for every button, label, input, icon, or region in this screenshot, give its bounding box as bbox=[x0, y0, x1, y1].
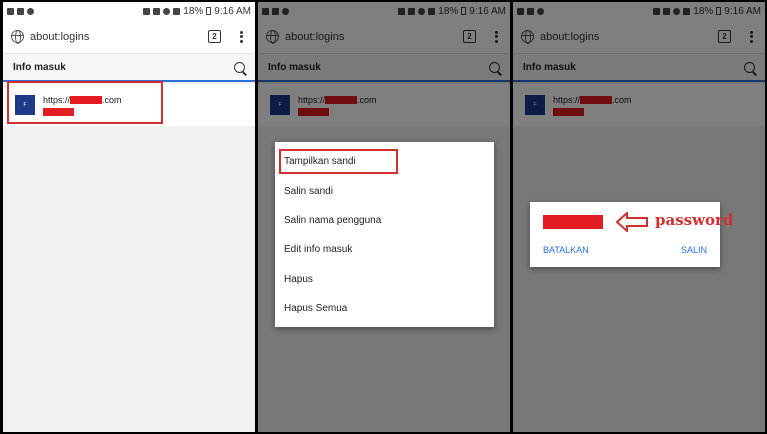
redacted-password bbox=[543, 215, 603, 229]
globe-icon bbox=[11, 30, 24, 44]
battery-percent: 18% bbox=[183, 5, 204, 17]
logins-header: Info masuk bbox=[3, 54, 255, 82]
battery-icon bbox=[206, 7, 212, 15]
clock: 9:16 AM bbox=[214, 5, 251, 17]
missed-call-icon bbox=[27, 7, 34, 15]
url-bar[interactable]: about:logins bbox=[30, 31, 89, 43]
menu-item-edit-login[interactable]: Edit info masuk bbox=[275, 235, 494, 264]
alarm-icon bbox=[143, 7, 151, 15]
overflow-menu-icon[interactable] bbox=[235, 30, 247, 44]
arrow-left-icon bbox=[616, 212, 648, 232]
search-icon[interactable] bbox=[234, 61, 245, 73]
status-bar: 18% 9:16 AM bbox=[3, 2, 255, 20]
password-dialog: password BATALKAN SALIN bbox=[530, 202, 733, 267]
signal-icon bbox=[173, 7, 181, 15]
annotation-highlight-box bbox=[7, 81, 163, 124]
menu-item-delete-all[interactable]: Hapus Semua bbox=[275, 294, 494, 323]
menu-item-delete[interactable]: Hapus bbox=[275, 265, 494, 294]
message-notification-icon bbox=[17, 7, 24, 15]
screen-password-dialog: 18% 9:16 AM about:logins 2 Info masuk F … bbox=[513, 2, 765, 432]
screen-context-menu: 18% 9:16 AM about:logins 2 Info masuk F … bbox=[258, 2, 510, 432]
annotation-highlight-box bbox=[279, 149, 398, 174]
wifi-icon bbox=[163, 7, 171, 15]
menu-item-copy-password[interactable]: Salin sandi bbox=[275, 176, 494, 205]
tabs-counter-button[interactable]: 2 bbox=[208, 30, 221, 43]
screen-login-list: 18% 9:16 AM about:logins 2 Info masuk F … bbox=[3, 2, 255, 432]
gallery-notification-icon bbox=[7, 7, 14, 15]
cancel-button[interactable]: BATALKAN bbox=[543, 245, 589, 255]
page-title: Info masuk bbox=[13, 61, 66, 73]
browser-toolbar: about:logins 2 bbox=[3, 20, 255, 54]
copy-button[interactable]: SALIN bbox=[681, 245, 707, 255]
menu-item-copy-username[interactable]: Salin nama pengguna bbox=[275, 206, 494, 235]
mute-icon bbox=[153, 7, 161, 15]
password-annotation-label: password bbox=[655, 211, 734, 229]
